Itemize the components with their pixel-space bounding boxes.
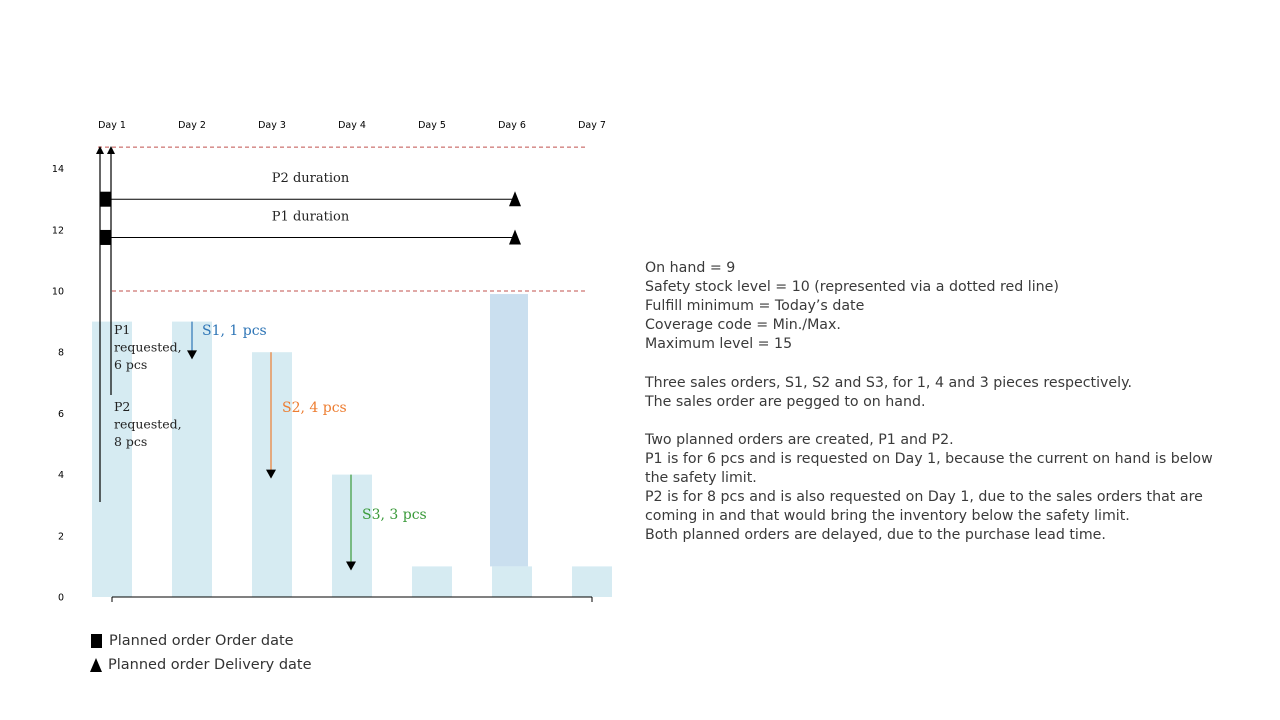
notes-block-planned-orders: Two planned orders are created, P1 and P… — [645, 431, 1245, 546]
x-tick-label: Day 6 — [498, 120, 526, 131]
x-tick-label: Day 7 — [578, 120, 606, 131]
legend-item-order-date: Planned order Order date — [90, 629, 312, 653]
notes-line: Three sales orders, S1, S2 and S3, for 1… — [645, 374, 1132, 391]
y-tick-label: 14 — [52, 164, 64, 175]
notes-line: The sales order are pegged to on hand. — [645, 393, 926, 410]
inventory-chart: Day 1 Day 2 Day 3 Day 4 Day 5 Day 6 Day 7 0 2 4 6 8… — [52, 120, 612, 604]
x-tick-label: Day 4 — [338, 120, 366, 131]
notes-block-parameters: On hand = 9 Safety stock level = 10 (rep… — [645, 259, 1245, 354]
planned-order-label: P2 — [114, 399, 130, 414]
y-tick-label: 8 — [58, 348, 64, 359]
triangle-icon — [90, 658, 102, 672]
bar — [572, 566, 612, 597]
bar — [412, 566, 452, 597]
planned-order-label: P1 — [114, 322, 130, 337]
bar — [172, 321, 212, 597]
planned-order-label: 6 pcs — [114, 357, 147, 372]
notes-line: Two planned orders are created, P1 and P… — [645, 431, 954, 448]
bar — [492, 566, 532, 597]
x-tick-label: Day 5 — [418, 120, 446, 131]
legend-label: Planned order Delivery date — [108, 657, 312, 673]
y-tick-label: 6 — [58, 409, 64, 420]
planned-order-label: 8 pcs — [114, 434, 147, 449]
order-date-marker — [100, 229, 111, 245]
bar — [332, 474, 372, 597]
notes-line: Coverage code = Min./Max. — [645, 317, 841, 334]
sales-order-label: S2, 4 pcs — [282, 400, 347, 416]
x-tick-label: Day 2 — [178, 120, 206, 131]
x-tick-label: Day 3 — [258, 120, 286, 131]
duration-label: P2 duration — [272, 171, 350, 186]
legend-label: Planned order Order date — [109, 633, 294, 649]
notes-line: Safety stock level = 10 (represented via… — [645, 279, 1059, 296]
notes-line: the safety limit. — [645, 470, 757, 487]
notes-line: Maximum level = 15 — [645, 336, 793, 353]
notes-line: P2 is for 8 pcs and is also requested on… — [645, 489, 1203, 506]
notes-line: On hand = 9 — [645, 260, 736, 276]
explanation-notes: On hand = 9 Safety stock level = 10 (rep… — [645, 259, 1245, 565]
legend-item-delivery-date: Planned order Delivery date — [90, 653, 312, 677]
notes-block-sales-orders: Three sales orders, S1, S2 and S3, for 1… — [645, 374, 1245, 412]
planned-order-label: requested, — [114, 417, 182, 432]
planned-order-label: requested, — [114, 340, 182, 355]
sales-order-label: S1, 1 pcs — [202, 323, 267, 339]
x-tick-label: Day 1 — [98, 120, 126, 131]
notes-line: coming in and that would bring the inven… — [645, 508, 1130, 525]
notes-line: P1 is for 6 pcs and is requested on Day … — [645, 450, 1213, 467]
bar-highlight — [490, 294, 528, 567]
y-tick-label: 10 — [52, 287, 64, 298]
duration-label: P1 duration — [272, 209, 350, 224]
square-icon — [91, 634, 102, 648]
y-tick-label: 0 — [58, 593, 64, 604]
notes-line: Both planned orders are delayed, due to … — [645, 527, 1106, 544]
notes-line: Fulfill minimum = Today’s date — [645, 298, 865, 315]
sales-order-label: S3, 3 pcs — [362, 507, 427, 523]
y-tick-label: 2 — [58, 531, 64, 542]
y-tick-label: 4 — [58, 470, 64, 481]
y-tick-label: 12 — [52, 225, 64, 236]
order-date-marker — [100, 191, 111, 207]
legend: Planned order Order date Planned order D… — [90, 629, 312, 677]
